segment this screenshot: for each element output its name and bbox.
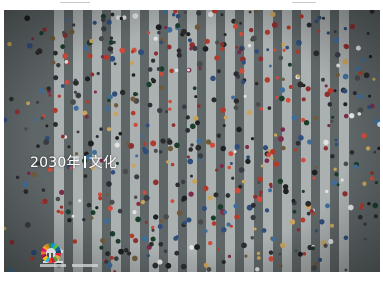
screenshot-frame: 2030年 文化 [0, 0, 383, 281]
logo-group [40, 242, 110, 272]
headline-title: 文化 [88, 155, 118, 171]
crowd-crosswalk-photo: 2030年 文化 [4, 10, 380, 272]
sdg-wheel-icon [41, 243, 61, 263]
top-tick [292, 2, 316, 9]
crowd-scene [4, 10, 380, 272]
logo-caption-mark [72, 264, 98, 267]
vignette [4, 10, 380, 272]
headline: 2030年 文化 [30, 155, 117, 171]
top-tick [60, 2, 90, 9]
logo-caption-mark [40, 264, 66, 267]
headline-separator [83, 156, 86, 168]
headline-year: 2030年 [30, 155, 81, 171]
left-border [0, 0, 4, 281]
bottom-border [0, 272, 383, 281]
